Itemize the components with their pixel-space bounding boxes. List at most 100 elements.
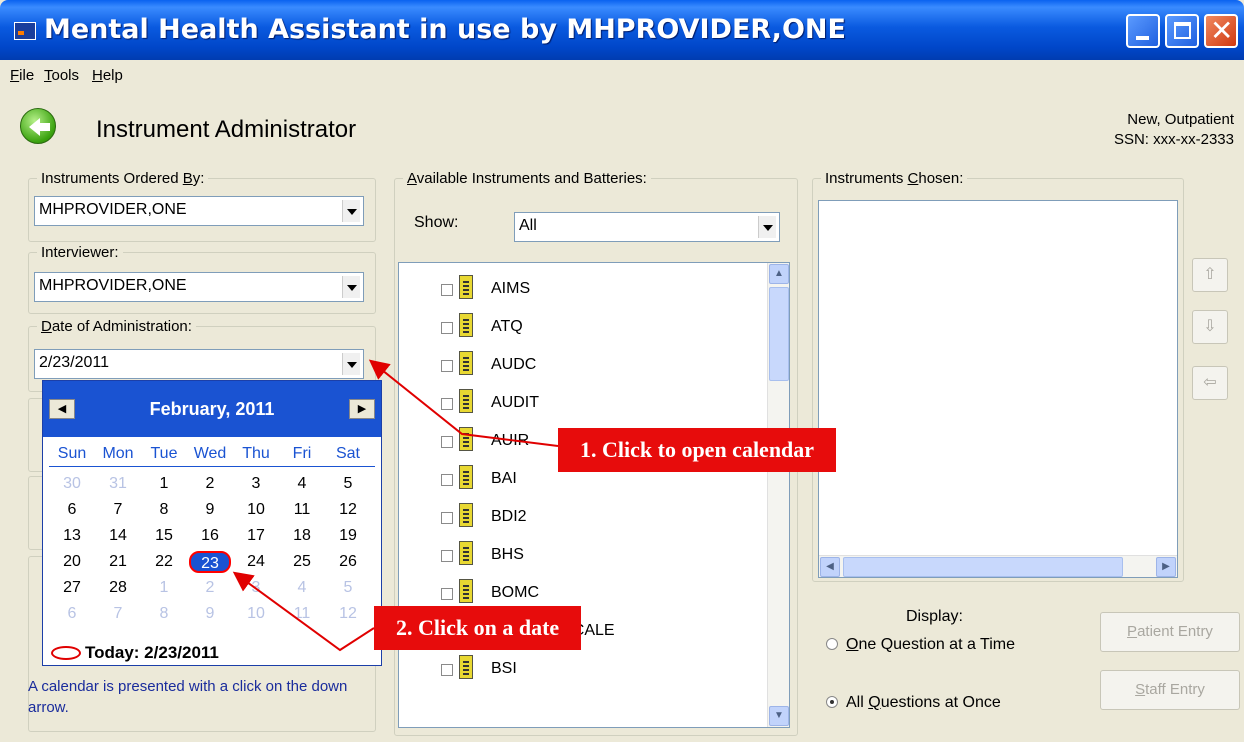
- close-button[interactable]: ✕: [1204, 14, 1238, 48]
- calendar-date[interactable]: 2: [189, 577, 231, 599]
- instrument-checkbox[interactable]: [441, 550, 453, 562]
- calendar-date[interactable]: 18: [281, 525, 323, 547]
- instrument-item[interactable]: AUDIT: [439, 385, 759, 421]
- radio-one-question[interactable]: One Question at a Time: [826, 636, 1015, 654]
- calendar-date[interactable]: 9: [189, 499, 231, 521]
- radio-all-dot[interactable]: [826, 696, 838, 708]
- patient-entry-button[interactable]: Patient Entry: [1100, 612, 1240, 652]
- minimize-button[interactable]: [1126, 14, 1160, 48]
- calendar-date[interactable]: 2: [189, 473, 231, 495]
- date-admin-legend: Date of Administration:: [37, 318, 196, 335]
- instrument-checkbox[interactable]: [441, 284, 453, 296]
- calendar-date[interactable]: 16: [189, 525, 231, 547]
- instrument-checkbox[interactable]: [441, 512, 453, 524]
- date-dropdown-icon[interactable]: [342, 353, 360, 375]
- date-admin-legend-accel: D: [41, 318, 52, 335]
- instrument-item[interactable]: ATQ: [439, 309, 759, 345]
- instrument-checkbox[interactable]: [441, 322, 453, 334]
- instrument-item[interactable]: AUDC: [439, 347, 759, 383]
- calendar-date[interactable]: 8: [143, 603, 185, 625]
- calendar-date[interactable]: 12: [327, 499, 369, 521]
- calendar-date[interactable]: 1: [143, 577, 185, 599]
- instrument-checkbox[interactable]: [441, 436, 453, 448]
- calendar-today[interactable]: Today: 2/23/2011: [51, 643, 219, 663]
- calendar-date[interactable]: 7: [97, 603, 139, 625]
- instrument-checkbox[interactable]: [441, 588, 453, 600]
- calendar-date[interactable]: 7: [97, 499, 139, 521]
- chosen-legend-a: Instruments: [825, 170, 908, 187]
- calendar-date[interactable]: 4: [281, 473, 323, 495]
- calendar-date[interactable]: 20: [51, 551, 93, 573]
- instrument-item[interactable]: BSI: [439, 651, 759, 687]
- title-bar[interactable]: Mental Health Assistant in use by MHPROV…: [0, 0, 1244, 60]
- remove-button[interactable]: ⇦: [1192, 366, 1228, 400]
- scroll-up-icon[interactable]: ▲: [769, 264, 789, 284]
- calendar-date[interactable]: 6: [51, 603, 93, 625]
- ordered-by-dropdown-icon[interactable]: [342, 200, 360, 222]
- calendar-date[interactable]: 17: [235, 525, 277, 547]
- show-dropdown-icon[interactable]: [758, 216, 776, 238]
- calendar-date[interactable]: 3: [235, 577, 277, 599]
- radio-one-dot[interactable]: [826, 638, 838, 650]
- calendar-date[interactable]: 6: [51, 499, 93, 521]
- maximize-button[interactable]: [1165, 14, 1199, 48]
- app-icon[interactable]: [14, 22, 36, 40]
- calendar-date[interactable]: 4: [281, 577, 323, 599]
- scroll-down-icon[interactable]: ▼: [769, 706, 789, 726]
- document-icon: [459, 503, 473, 527]
- move-down-button[interactable]: ⇩: [1192, 310, 1228, 344]
- move-up-button[interactable]: ⇧: [1192, 258, 1228, 292]
- calendar-date[interactable]: 24: [235, 551, 277, 573]
- instrument-item[interactable]: BHS: [439, 537, 759, 573]
- show-filter-select[interactable]: All: [514, 212, 780, 242]
- instrument-checkbox[interactable]: [441, 398, 453, 410]
- radio-all-questions[interactable]: All Questions at Once: [826, 694, 1001, 712]
- calendar-date[interactable]: 5: [327, 577, 369, 599]
- instrument-checkbox[interactable]: [441, 474, 453, 486]
- ordered-by-select[interactable]: MHPROVIDER,ONE: [34, 196, 364, 226]
- calendar-date[interactable]: 19: [327, 525, 369, 547]
- calendar-date[interactable]: 3: [235, 473, 277, 495]
- scroll-right-icon[interactable]: ▶: [1156, 557, 1176, 577]
- calendar-date-selected[interactable]: 23: [189, 551, 231, 573]
- calendar-date[interactable]: 22: [143, 551, 185, 573]
- instrument-checkbox[interactable]: [441, 664, 453, 676]
- menu-help[interactable]: Help: [92, 67, 123, 84]
- menu-tools[interactable]: Tools: [44, 67, 79, 84]
- scroll-thumb[interactable]: [769, 287, 789, 381]
- calendar-date[interactable]: 14: [97, 525, 139, 547]
- calendar-date[interactable]: 27: [51, 577, 93, 599]
- calendar-date[interactable]: 13: [51, 525, 93, 547]
- instrument-list-scrollbar[interactable]: ▲ ▼: [767, 263, 789, 727]
- calendar-date[interactable]: 31: [97, 473, 139, 495]
- back-arrow-icon[interactable]: [20, 108, 56, 144]
- calendar-date[interactable]: 12: [327, 603, 369, 625]
- calendar-date[interactable]: 28: [97, 577, 139, 599]
- interviewer-select[interactable]: MHPROVIDER,ONE: [34, 272, 364, 302]
- calendar-date[interactable]: 8: [143, 499, 185, 521]
- calendar-date[interactable]: 5: [327, 473, 369, 495]
- instrument-checkbox[interactable]: [441, 360, 453, 372]
- calendar-date[interactable]: 30: [51, 473, 93, 495]
- calendar-date[interactable]: 10: [235, 499, 277, 521]
- instrument-item[interactable]: BDI2: [439, 499, 759, 535]
- chosen-list[interactable]: ◀ ▶: [818, 200, 1178, 578]
- calendar-date[interactable]: 10: [235, 603, 277, 625]
- calendar-date[interactable]: 11: [281, 499, 323, 521]
- chosen-list-scrollbar[interactable]: ◀ ▶: [819, 555, 1177, 577]
- date-admin-select[interactable]: 2/23/2011: [34, 349, 364, 379]
- calendar-date[interactable]: 11: [281, 603, 323, 625]
- calendar-date[interactable]: 9: [189, 603, 231, 625]
- calendar-date[interactable]: 25: [281, 551, 323, 573]
- calendar-date[interactable]: 21: [97, 551, 139, 573]
- instrument-item[interactable]: AIMS: [439, 271, 759, 307]
- scroll-left-icon[interactable]: ◀: [820, 557, 840, 577]
- chosen-scroll-thumb[interactable]: [843, 557, 1123, 577]
- staff-entry-button[interactable]: Staff Entry: [1100, 670, 1240, 710]
- next-month-button[interactable]: ▶: [349, 399, 375, 419]
- interviewer-dropdown-icon[interactable]: [342, 276, 360, 298]
- menu-file[interactable]: File: [10, 67, 34, 84]
- calendar-date[interactable]: 26: [327, 551, 369, 573]
- calendar-date[interactable]: 15: [143, 525, 185, 547]
- calendar-date[interactable]: 1: [143, 473, 185, 495]
